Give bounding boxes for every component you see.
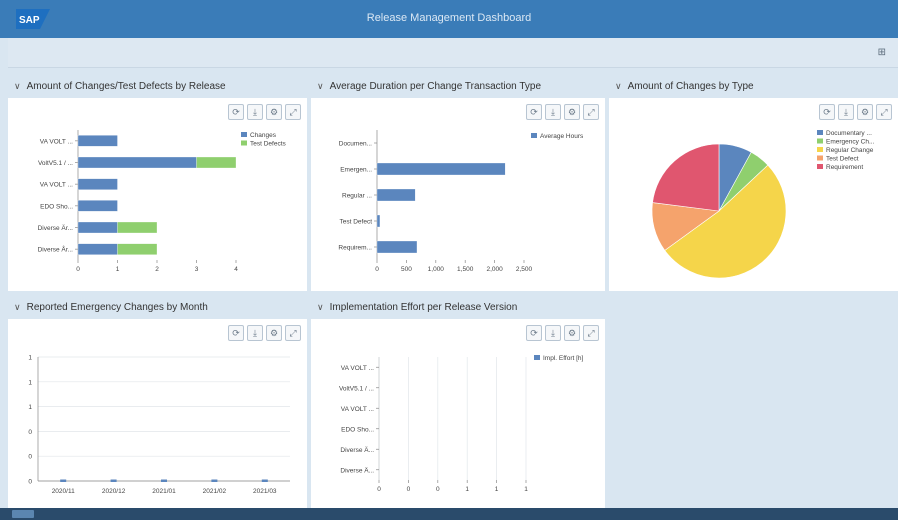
- y-tick-label: Regular ...: [342, 193, 372, 200]
- x-tick-label: 1: [465, 486, 469, 493]
- legend-swatch: [241, 132, 247, 137]
- legend-swatch: [531, 133, 537, 138]
- bar: [77, 200, 118, 212]
- y-tick-label: Emergen...: [340, 167, 372, 174]
- bar: [376, 214, 381, 228]
- y-tick-label: VoltV5.1 / ...: [38, 160, 73, 167]
- bar: [77, 135, 118, 147]
- y-tick-label: Diverse Ä...: [340, 466, 374, 474]
- bar: [77, 156, 197, 169]
- x-tick-label: 2: [155, 266, 159, 273]
- x-tick-label: 2021/03: [253, 488, 277, 495]
- x-tick-label: 2021/01: [152, 488, 176, 495]
- emergency-by-month-chart: 0 0 0 1 1 1 2020/11 2020/12 2021/01 2021/02 2021/0…: [28, 355, 290, 495]
- legend-swatch: [534, 355, 540, 360]
- y-tick-label: Diverse År...: [38, 245, 74, 254]
- pie-slice: [652, 143, 720, 212]
- legend-label: Impl. Effort [h]: [543, 355, 584, 362]
- x-tick-label: 1: [524, 486, 528, 493]
- x-tick-label: 1,000: [428, 266, 445, 273]
- legend-swatch: [817, 130, 823, 135]
- y-tick-label: VA VOLT ...: [40, 182, 73, 189]
- bar: [77, 243, 118, 255]
- legend-swatch: [241, 140, 247, 146]
- avg-duration-chart: 0 500 1,000 1,500 2,000 2,500 Documen... Emerge…: [338, 130, 584, 273]
- y-tick-label: Test Defect: [339, 219, 372, 226]
- x-tick-label: 1: [495, 486, 499, 493]
- data-point: [161, 479, 167, 482]
- x-tick-label: 0: [436, 486, 440, 493]
- y-tick-label: 0: [28, 429, 32, 436]
- changes-by-type-chart: Documentary ... Emergency Ch...Regular Ch…: [651, 130, 875, 279]
- card-changes-by-release: ∨ Amount of Changes/Test Defects by Relea…: [8, 76, 307, 291]
- bar: [117, 221, 158, 234]
- x-tick-label: 2020/11: [52, 488, 75, 495]
- x-tick-label: 1: [116, 266, 120, 273]
- x-tick-label: 1,500: [457, 266, 474, 273]
- card-avg-duration: ∨ Average Duration per Change Transaction…: [311, 76, 605, 291]
- legend-label: Emergency Ch...: [826, 139, 875, 146]
- legend-swatch: [817, 155, 823, 161]
- subheader: ⊞: [8, 38, 898, 68]
- data-point: [60, 479, 67, 482]
- x-tick-label: 500: [401, 266, 412, 273]
- y-tick-label: 1: [28, 355, 32, 362]
- legend-label: Documentary ...: [826, 130, 872, 137]
- y-tick-label: EDO Sho...: [40, 203, 73, 210]
- x-tick-label: 2,000: [486, 266, 503, 273]
- x-tick-label: 0: [375, 266, 379, 273]
- y-tick-label: 1: [28, 404, 32, 411]
- legend-label: Changes: [250, 132, 277, 139]
- bar: [376, 240, 418, 254]
- x-tick-label: 3: [195, 266, 199, 273]
- y-tick-label: VA VOLT ...: [341, 406, 374, 413]
- changes-by-release-chart: 0 1 2 3 4 VA VOLT ... VoltV5.1 / ... VA VOLT ..…: [38, 130, 287, 273]
- legend-swatch: [817, 138, 823, 144]
- bar: [376, 188, 416, 202]
- shell-header: SAP Release Management Dashboard: [0, 0, 898, 38]
- card-changes-by-type: ∨ Amount of Changes by Type ⟳ ⤓ ⚙ ⤢ Document…: [609, 76, 898, 291]
- legend-label: Average Hours: [540, 133, 584, 140]
- footer-bar: [0, 508, 898, 520]
- data-point: [211, 479, 218, 482]
- card-emergency-by-month: ∨ Reported Emergency Changes by Month ⟳ ⤓ ⚙…: [8, 297, 307, 508]
- data-point: [261, 479, 268, 482]
- legend-swatch: [817, 164, 823, 169]
- y-tick-label: Documen...: [339, 141, 372, 148]
- legend-label: Test Defect: [826, 156, 859, 163]
- legend-label: Requirement: [826, 164, 863, 171]
- y-tick-label: 0: [28, 479, 32, 486]
- app-title: Release Management Dashboard: [366, 12, 532, 24]
- y-tick-label: VA VOLT ...: [40, 138, 73, 145]
- x-tick-label: 2020/12: [102, 488, 126, 495]
- y-tick-label: Diverse Är...: [38, 224, 74, 232]
- x-tick-label: 0: [76, 266, 80, 273]
- y-tick-label: Diverse Ä...: [340, 446, 374, 454]
- legend-swatch: [817, 147, 823, 152]
- x-tick-label: 0: [377, 486, 381, 493]
- data-point: [110, 479, 117, 482]
- bar: [196, 156, 237, 169]
- x-tick-label: 0: [407, 486, 411, 493]
- y-tick-label: 0: [28, 454, 32, 461]
- y-tick-label: Requirem...: [338, 245, 372, 252]
- footer-button[interactable]: [12, 510, 34, 518]
- x-tick-label: 4: [234, 266, 238, 273]
- y-tick-label: EDO Sho...: [341, 426, 374, 433]
- y-tick-label: 1: [28, 379, 32, 386]
- bar: [117, 243, 158, 255]
- bar: [77, 178, 118, 190]
- grid-icon[interactable]: ⊞: [878, 47, 886, 58]
- y-tick-label: VoltV5.1 / ...: [339, 385, 374, 392]
- bar: [376, 162, 506, 176]
- bar: [77, 221, 118, 234]
- y-tick-label: VA VOLT ...: [341, 365, 374, 372]
- x-tick-label: 2021/02: [203, 488, 227, 495]
- legend-label: Regular Change: [826, 147, 874, 154]
- legend-label: Test Defects: [250, 141, 287, 148]
- card-impl-effort: ∨ Implementation Effort per Release Versi…: [311, 297, 605, 508]
- impl-effort-chart: 0 0 0 1 1 1 VA VOLT ... VoltV5.1 / ... VA VOLT .…: [339, 355, 584, 493]
- x-tick-label: 2,500: [516, 266, 533, 273]
